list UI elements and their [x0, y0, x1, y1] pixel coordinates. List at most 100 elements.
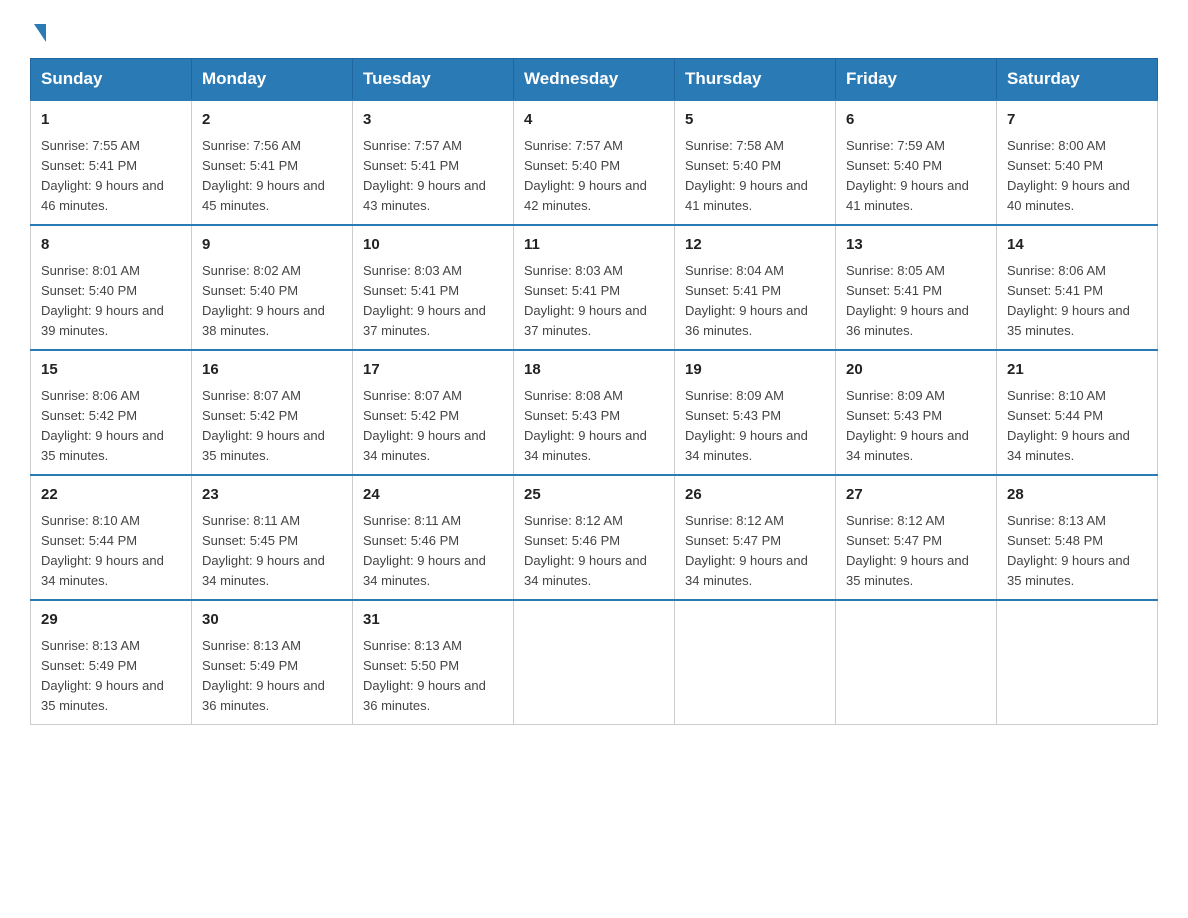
day-info: Sunrise: 8:00 AMSunset: 5:40 PMDaylight:…: [1007, 136, 1147, 217]
calendar-week-row: 15 Sunrise: 8:06 AMSunset: 5:42 PMDayligh…: [31, 350, 1158, 475]
day-number: 25: [524, 484, 664, 507]
calendar-cell: 27 Sunrise: 8:12 AMSunset: 5:47 PMDayligh…: [836, 475, 997, 600]
day-number: 24: [363, 484, 503, 507]
day-info: Sunrise: 8:09 AMSunset: 5:43 PMDaylight:…: [846, 386, 986, 467]
day-number: 28: [1007, 484, 1147, 507]
day-number: 2: [202, 109, 342, 132]
day-number: 26: [685, 484, 825, 507]
weekday-header-row: SundayMondayTuesdayWednesdayThursdayFrid…: [31, 59, 1158, 101]
day-number: 12: [685, 234, 825, 257]
calendar-cell: 5Sunrise: 7:58 AMSunset: 5:40 PMDaylight…: [675, 100, 836, 225]
day-number: 7: [1007, 109, 1147, 132]
logo-arrow-icon: [34, 24, 46, 42]
calendar-cell: 15 Sunrise: 8:06 AMSunset: 5:42 PMDayligh…: [31, 350, 192, 475]
calendar-cell: 16 Sunrise: 8:07 AMSunset: 5:42 PMDayligh…: [192, 350, 353, 475]
day-info: Sunrise: 8:03 AMSunset: 5:41 PMDaylight:…: [363, 261, 503, 342]
day-number: 10: [363, 234, 503, 257]
day-info: Sunrise: 8:07 AMSunset: 5:42 PMDaylight:…: [202, 386, 342, 467]
day-info: Sunrise: 7:59 AMSunset: 5:40 PMDaylight:…: [846, 136, 986, 217]
day-info: Sunrise: 8:12 AMSunset: 5:46 PMDaylight:…: [524, 511, 664, 592]
day-info: Sunrise: 8:06 AMSunset: 5:41 PMDaylight:…: [1007, 261, 1147, 342]
calendar-week-row: 8 Sunrise: 8:01 AMSunset: 5:40 PMDaylight…: [31, 225, 1158, 350]
logo: [30, 20, 46, 38]
day-info: Sunrise: 8:02 AMSunset: 5:40 PMDaylight:…: [202, 261, 342, 342]
day-number: 21: [1007, 359, 1147, 382]
calendar-cell: 14 Sunrise: 8:06 AMSunset: 5:41 PMDayligh…: [997, 225, 1158, 350]
calendar-week-row: 22 Sunrise: 8:10 AMSunset: 5:44 PMDayligh…: [31, 475, 1158, 600]
day-number: 23: [202, 484, 342, 507]
calendar-cell: 3 Sunrise: 7:57 AMSunset: 5:41 PMDaylight…: [353, 100, 514, 225]
calendar-cell: [997, 600, 1158, 725]
calendar-cell: 29Sunrise: 8:13 AMSunset: 5:49 PMDayligh…: [31, 600, 192, 725]
calendar-cell: [836, 600, 997, 725]
day-info: Sunrise: 8:11 AMSunset: 5:45 PMDaylight:…: [202, 511, 342, 592]
calendar-cell: 11 Sunrise: 8:03 AMSunset: 5:41 PMDayligh…: [514, 225, 675, 350]
weekday-header-wednesday: Wednesday: [514, 59, 675, 101]
page-header: [30, 20, 1158, 38]
day-info: Sunrise: 8:11 AMSunset: 5:46 PMDaylight:…: [363, 511, 503, 592]
day-number: 17: [363, 359, 503, 382]
day-number: 11: [524, 234, 664, 257]
day-number: 30: [202, 609, 342, 632]
calendar-cell: 9 Sunrise: 8:02 AMSunset: 5:40 PMDaylight…: [192, 225, 353, 350]
day-number: 8: [41, 234, 181, 257]
day-number: 16: [202, 359, 342, 382]
day-info: Sunrise: 8:13 AMSunset: 5:48 PMDaylight:…: [1007, 511, 1147, 592]
calendar-cell: 23 Sunrise: 8:11 AMSunset: 5:45 PMDayligh…: [192, 475, 353, 600]
weekday-header-friday: Friday: [836, 59, 997, 101]
weekday-header-thursday: Thursday: [675, 59, 836, 101]
weekday-header-tuesday: Tuesday: [353, 59, 514, 101]
day-info: Sunrise: 8:07 AMSunset: 5:42 PMDaylight:…: [363, 386, 503, 467]
calendar-cell: 1 Sunrise: 7:55 AMSunset: 5:41 PMDaylight…: [31, 100, 192, 225]
day-number: 22: [41, 484, 181, 507]
day-number: 27: [846, 484, 986, 507]
calendar-cell: [514, 600, 675, 725]
day-info: Sunrise: 8:12 AMSunset: 5:47 PMDaylight:…: [846, 511, 986, 592]
calendar-cell: 7 Sunrise: 8:00 AMSunset: 5:40 PMDaylight…: [997, 100, 1158, 225]
calendar-table: SundayMondayTuesdayWednesdayThursdayFrid…: [30, 58, 1158, 725]
calendar-cell: 8 Sunrise: 8:01 AMSunset: 5:40 PMDaylight…: [31, 225, 192, 350]
weekday-header-sunday: Sunday: [31, 59, 192, 101]
calendar-cell: 4 Sunrise: 7:57 AMSunset: 5:40 PMDaylight…: [514, 100, 675, 225]
day-number: 14: [1007, 234, 1147, 257]
day-info: Sunrise: 7:56 AMSunset: 5:41 PMDaylight:…: [202, 136, 342, 217]
calendar-cell: 28 Sunrise: 8:13 AMSunset: 5:48 PMDayligh…: [997, 475, 1158, 600]
day-info: Sunrise: 8:10 AMSunset: 5:44 PMDaylight:…: [41, 511, 181, 592]
calendar-cell: 17 Sunrise: 8:07 AMSunset: 5:42 PMDayligh…: [353, 350, 514, 475]
day-number: 9: [202, 234, 342, 257]
day-number: 4: [524, 109, 664, 132]
day-info: Sunrise: 7:57 AMSunset: 5:41 PMDaylight:…: [363, 136, 503, 217]
calendar-week-row: 29 Sunrise: 8:13 AMSunset: 5:49 PMDayligh…: [31, 600, 1158, 725]
day-number: 15: [41, 359, 181, 382]
day-info: Sunrise: 8:03 AMSunset: 5:41 PMDaylight:…: [524, 261, 664, 342]
calendar-cell: 10 Sunrise: 8:03 AMSunset: 5:41 PMDayligh…: [353, 225, 514, 350]
day-number: 29: [41, 609, 181, 632]
calendar-cell: 22 Sunrise: 8:10 AMSunset: 5:44 PMDayligh…: [31, 475, 192, 600]
day-info: Sunrise: 8:12 AMSunset: 5:47 PMDaylight:…: [685, 511, 825, 592]
calendar-cell: 24 Sunrise: 8:11 AMSunset: 5:46 PMDayligh…: [353, 475, 514, 600]
calendar-cell: 2 Sunrise: 7:56 AMSunset: 5:41 PMDaylight…: [192, 100, 353, 225]
calendar-cell: 20 Sunrise: 8:09 AMSunset: 5:43 PMDayligh…: [836, 350, 997, 475]
weekday-header-monday: Monday: [192, 59, 353, 101]
calendar-cell: 26 Sunrise: 8:12 AMSunset: 5:47 PMDayligh…: [675, 475, 836, 600]
day-number: 31: [363, 609, 503, 632]
day-number: 19: [685, 359, 825, 382]
day-info: Sunrise: 8:08 AMSunset: 5:43 PMDaylight:…: [524, 386, 664, 467]
day-info: Sunrise: 7:55 AMSunset: 5:41 PMDaylight:…: [41, 136, 181, 217]
day-number: 6: [846, 109, 986, 132]
day-info: Sunrise: 8:01 AMSunset: 5:40 PMDaylight:…: [41, 261, 181, 342]
day-number: 3: [363, 109, 503, 132]
day-number: 18: [524, 359, 664, 382]
calendar-cell: 18 Sunrise: 8:08 AMSunset: 5:43 PMDayligh…: [514, 350, 675, 475]
calendar-cell: 12Sunrise: 8:04 AMSunset: 5:41 PMDayligh…: [675, 225, 836, 350]
day-info: Sunrise: 7:58 AMSunset: 5:40 PMDaylight:…: [685, 136, 825, 217]
calendar-cell: 13Sunrise: 8:05 AMSunset: 5:41 PMDayligh…: [836, 225, 997, 350]
day-number: 20: [846, 359, 986, 382]
day-info: Sunrise: 8:13 AMSunset: 5:49 PMDaylight:…: [202, 636, 342, 717]
day-info: Sunrise: 8:09 AMSunset: 5:43 PMDaylight:…: [685, 386, 825, 467]
calendar-cell: 21Sunrise: 8:10 AMSunset: 5:44 PMDayligh…: [997, 350, 1158, 475]
day-info: Sunrise: 8:06 AMSunset: 5:42 PMDaylight:…: [41, 386, 181, 467]
day-number: 1: [41, 109, 181, 132]
day-info: Sunrise: 7:57 AMSunset: 5:40 PMDaylight:…: [524, 136, 664, 217]
day-info: Sunrise: 8:05 AMSunset: 5:41 PMDaylight:…: [846, 261, 986, 342]
